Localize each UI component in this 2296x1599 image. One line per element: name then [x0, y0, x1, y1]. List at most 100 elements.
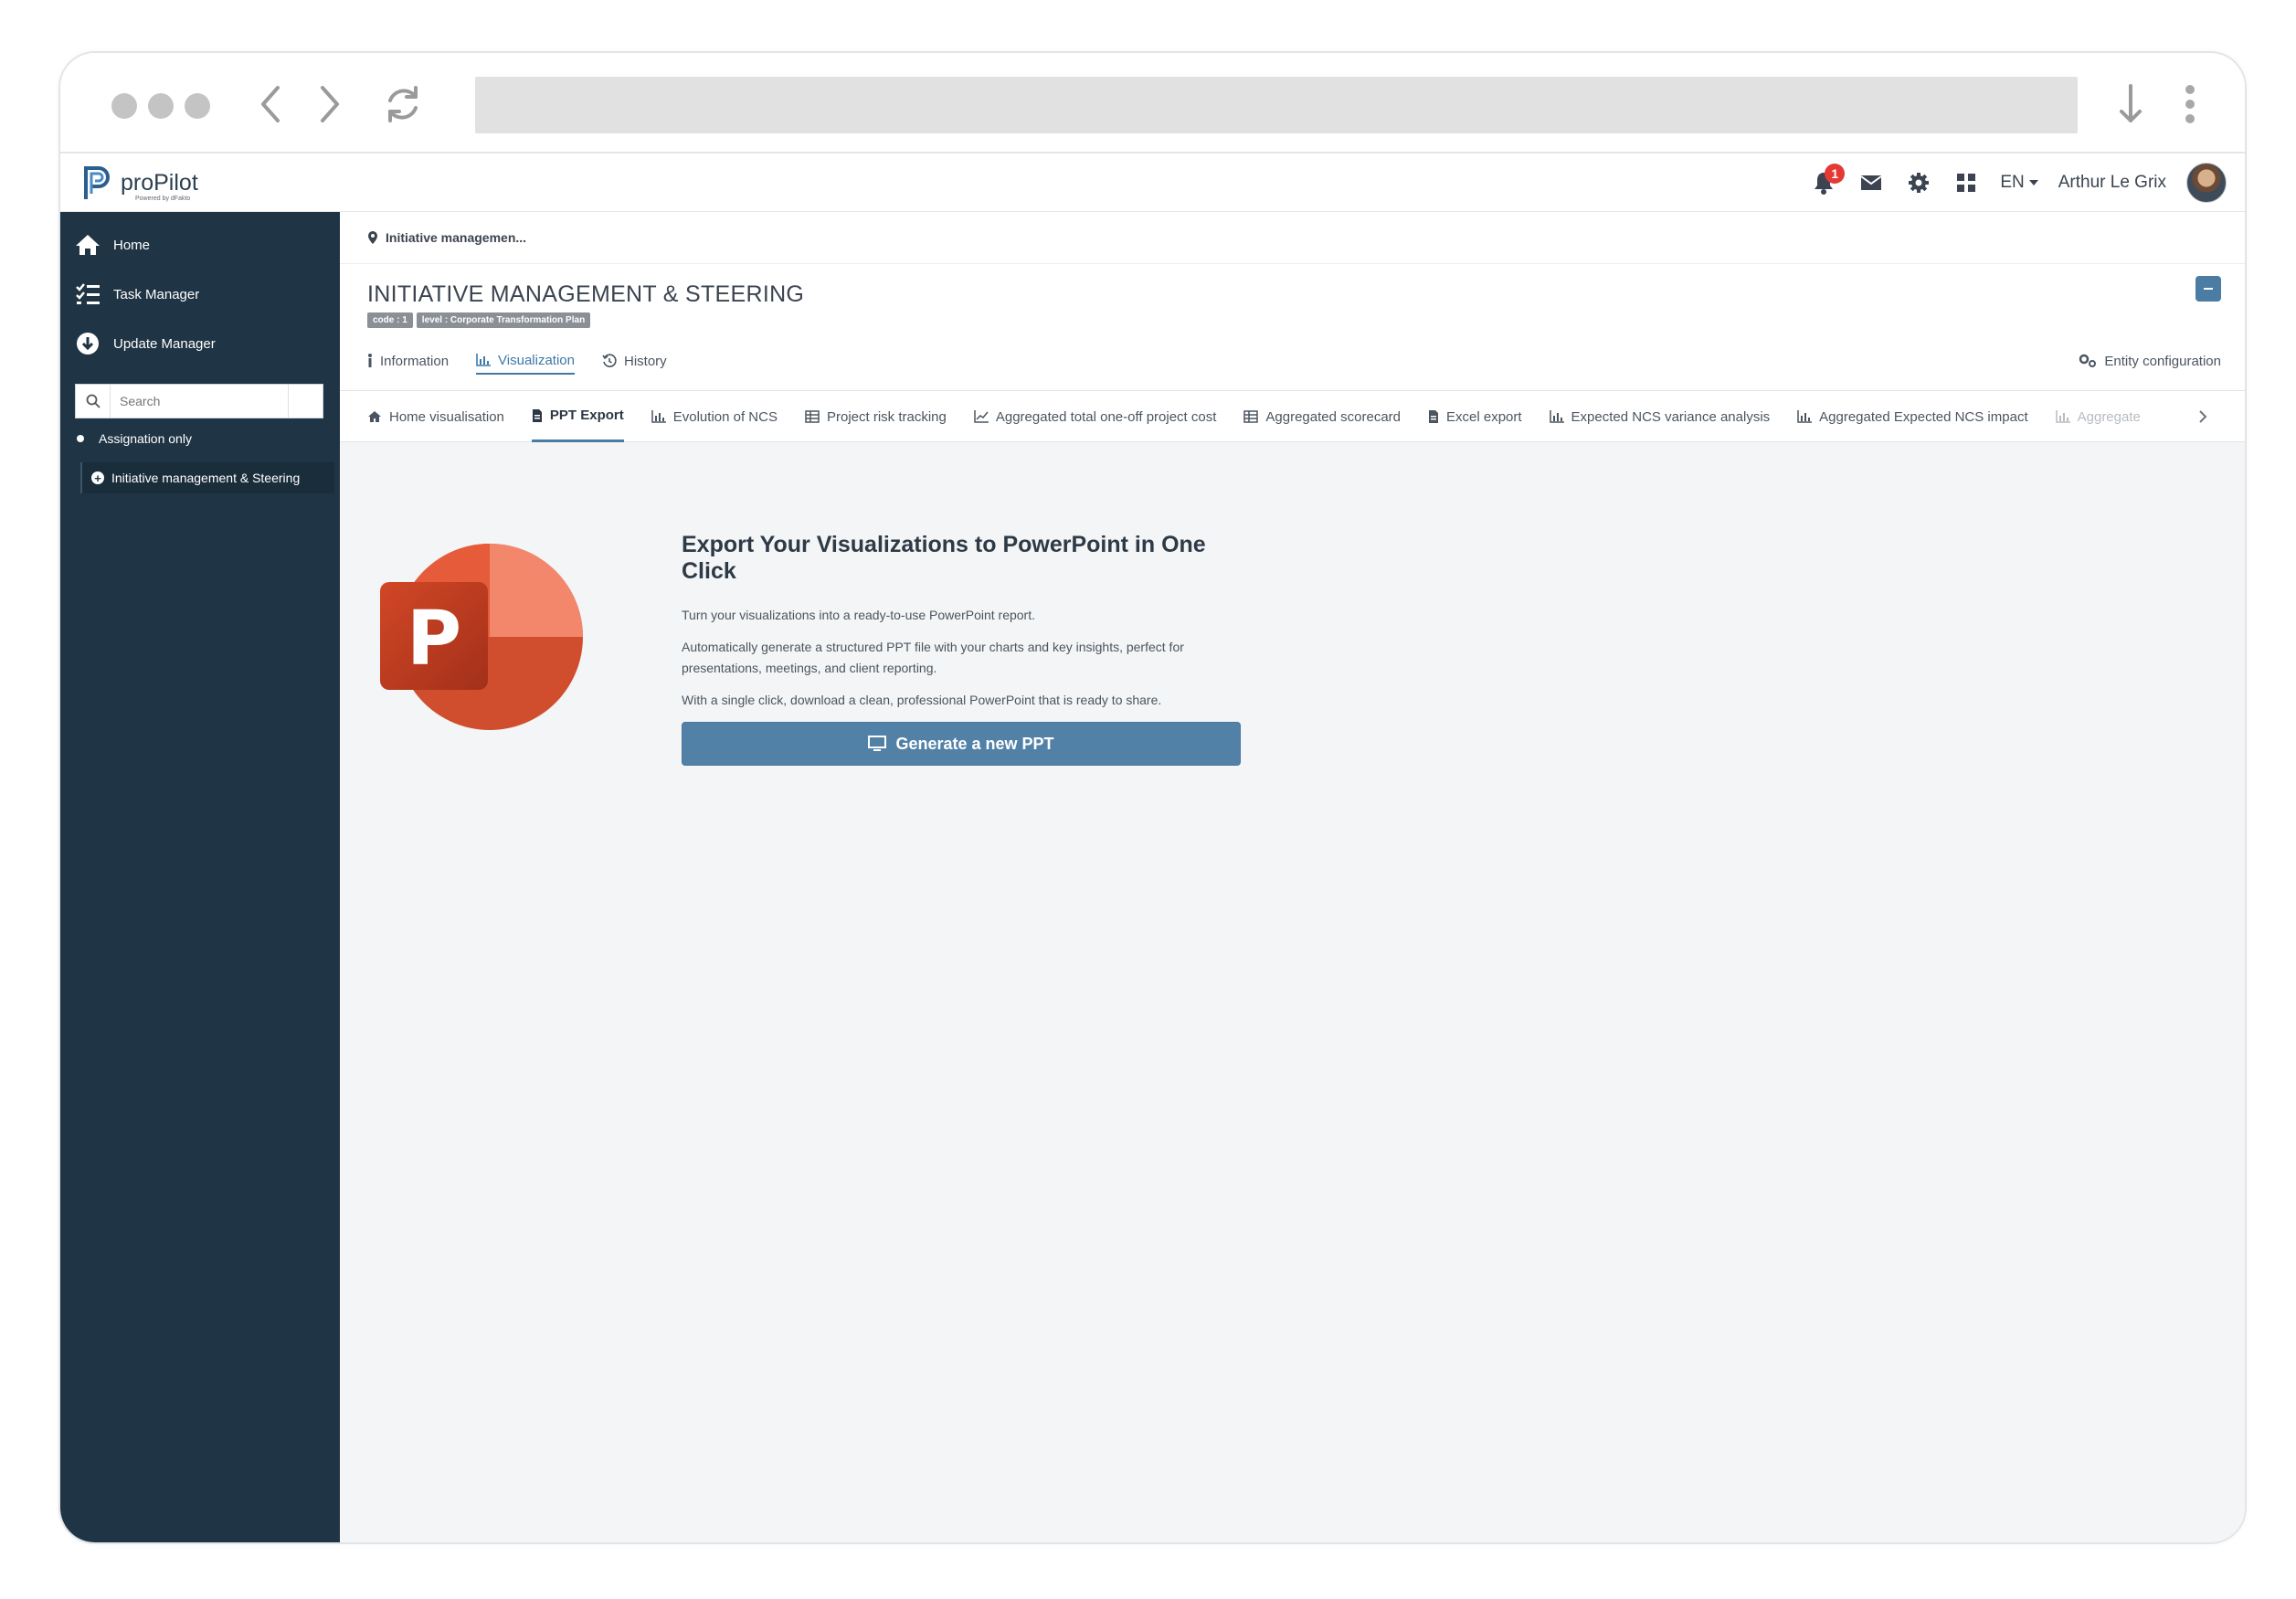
notification-badge: 1	[1825, 164, 1846, 184]
export-description-3: With a single click, download a clean, p…	[682, 693, 1162, 708]
sidebar: Home Task Manager Update Manager Search …	[60, 212, 340, 1542]
entity-configuration-link[interactable]: Entity configuration	[2079, 347, 2221, 375]
download-circle-icon	[77, 333, 99, 355]
collapse-button[interactable]	[2195, 276, 2221, 302]
sidebar-item-update-manager[interactable]: Update Manager	[75, 325, 216, 362]
subtab-project-risk-tracking[interactable]: Project risk tracking	[805, 391, 947, 442]
notifications-button[interactable]: 1	[1810, 164, 1846, 196]
messages-button[interactable]	[1857, 169, 1885, 196]
home-icon	[76, 235, 100, 255]
subtab-label: Home visualisation	[389, 408, 504, 425]
export-title: Export Your Visualizations to PowerPoint…	[682, 532, 1206, 584]
breadcrumb-text: Initiative managemen...	[386, 230, 527, 245]
sidebar-item-task-manager[interactable]: Task Manager	[75, 276, 199, 312]
visualization-subtabs: Home visualisation PPT Export Evolution …	[340, 391, 2245, 442]
envelope-icon	[1860, 175, 1882, 190]
subtab-label: PPT Export	[549, 408, 624, 423]
chart-icon	[2055, 410, 2070, 423]
tab-history[interactable]: History	[602, 347, 667, 375]
search-icon[interactable]	[76, 385, 111, 418]
browser-chrome	[60, 53, 2245, 154]
sidebar-item-label: Task Manager	[113, 286, 200, 302]
sidebar-item-label: Home	[113, 237, 151, 253]
user-name[interactable]: Arthur Le Grix	[2058, 173, 2166, 193]
sidebar-search	[75, 384, 323, 418]
subtab-label: Expected NCS variance analysis	[1571, 408, 1771, 425]
subtab-aggregated-scorecard[interactable]: Aggregated scorecard	[1243, 391, 1401, 442]
forward-icon[interactable]	[303, 79, 354, 130]
chart-icon	[1797, 410, 1813, 423]
tab-visualization[interactable]: Visualization	[476, 347, 575, 375]
language-label: EN	[2000, 173, 2025, 192]
subtab-aggregate[interactable]: Aggregate	[2055, 391, 2141, 442]
tab-label: History	[624, 353, 667, 369]
app-logo[interactable]: proPilot Powered by dFakto	[80, 163, 198, 203]
assignation-only-toggle[interactable]: Assignation only	[77, 431, 192, 446]
tab-label: Visualization	[498, 352, 575, 368]
search-filter-button[interactable]	[288, 385, 323, 418]
tree-item-label: Initiative management & Steering	[111, 471, 301, 485]
avatar[interactable]	[2186, 163, 2227, 203]
info-icon	[368, 354, 372, 367]
entity-config-label: Entity configuration	[2104, 353, 2221, 369]
sidebar-item-home[interactable]: Home	[75, 227, 150, 263]
caret-down-icon	[2028, 180, 2038, 185]
window-dot[interactable]	[185, 93, 210, 119]
monitor-icon	[868, 736, 887, 752]
reload-icon[interactable]	[377, 79, 429, 130]
generate-ppt-label: Generate a new PPT	[895, 734, 1054, 753]
window-dot[interactable]	[111, 93, 137, 119]
cogs-icon	[2079, 354, 2097, 367]
language-selector[interactable]: EN	[2000, 173, 2038, 193]
subtab-aggregated-expected-ncs-impact[interactable]: Aggregated Expected NCS impact	[1797, 391, 2028, 442]
tab-information[interactable]: Information	[367, 347, 449, 375]
breadcrumb[interactable]: Initiative managemen...	[367, 227, 526, 249]
app-topbar: proPilot Powered by dFakto 1 EN Arthur L…	[60, 154, 2245, 212]
ppt-export-panel: Export Your Visualizations to PowerPoint…	[682, 532, 1266, 767]
minus-icon	[2204, 288, 2213, 290]
powered-by: Powered by dFakto	[135, 196, 191, 202]
search-input[interactable]	[111, 385, 288, 418]
entity-header: Initiative managemen... INITIATIVE MANAG…	[340, 212, 2245, 391]
subtab-ppt-export[interactable]: PPT Export	[531, 391, 624, 442]
level-tag: level : Corporate Transformation Plan	[416, 312, 591, 328]
window-dot[interactable]	[148, 93, 174, 119]
chevron-right-icon	[2199, 410, 2207, 423]
code-tag: code : 1	[367, 312, 413, 328]
tree-item-initiative[interactable]: + Initiative management & Steering	[80, 462, 334, 493]
history-icon	[602, 354, 617, 367]
apps-button[interactable]	[1952, 169, 1980, 196]
browser-window: proPilot Powered by dFakto 1 EN Arthur L…	[58, 51, 2247, 1544]
chart-icon	[651, 410, 666, 423]
topbar-actions: 1 EN Arthur Le Grix	[1810, 161, 2227, 205]
subtab-aggregated-total-one-off-project-cost[interactable]: Aggregated total one-off project cost	[974, 391, 1217, 442]
back-icon[interactable]	[246, 79, 297, 130]
powerpoint-logo-icon: P	[380, 544, 583, 730]
powerpoint-logo-letter: P	[407, 596, 461, 683]
scroll-right-button[interactable]	[2190, 404, 2216, 429]
subtab-home-visualisation[interactable]: Home visualisation	[367, 391, 504, 442]
subtab-excel-export[interactable]: Excel export	[1428, 391, 1522, 442]
grid-icon	[1957, 174, 1976, 192]
more-icon[interactable]	[2164, 79, 2216, 130]
page-title: INITIATIVE MANAGEMENT & STEERING	[367, 281, 805, 307]
table-icon	[805, 410, 820, 423]
subtab-expected-ncs-variance-analysis[interactable]: Expected NCS variance analysis	[1549, 391, 1771, 442]
tab-label: Information	[380, 353, 450, 369]
app-name: proPilot	[121, 169, 198, 196]
download-icon[interactable]	[2105, 79, 2156, 130]
subtab-label: Aggregated Expected NCS impact	[1819, 408, 2028, 425]
tasks-icon	[76, 283, 100, 304]
expand-plus-icon[interactable]: +	[91, 471, 104, 484]
propilot-logo-icon	[84, 166, 110, 199]
subtab-label: Evolution of NCS	[672, 408, 778, 425]
settings-button[interactable]	[1905, 169, 1932, 196]
sidebar-item-label: Update Manager	[113, 335, 216, 352]
subtab-label: Project risk tracking	[826, 408, 947, 425]
address-bar[interactable]	[475, 77, 2078, 133]
generate-ppt-button[interactable]: Generate a new PPT	[682, 722, 1241, 767]
subtab-label: Aggregate	[2077, 408, 2141, 425]
subtab-evolution-of-ncs[interactable]: Evolution of NCS	[651, 391, 778, 442]
subtab-label: Aggregated total one-off project cost	[995, 408, 1217, 425]
file-icon	[1429, 410, 1438, 423]
